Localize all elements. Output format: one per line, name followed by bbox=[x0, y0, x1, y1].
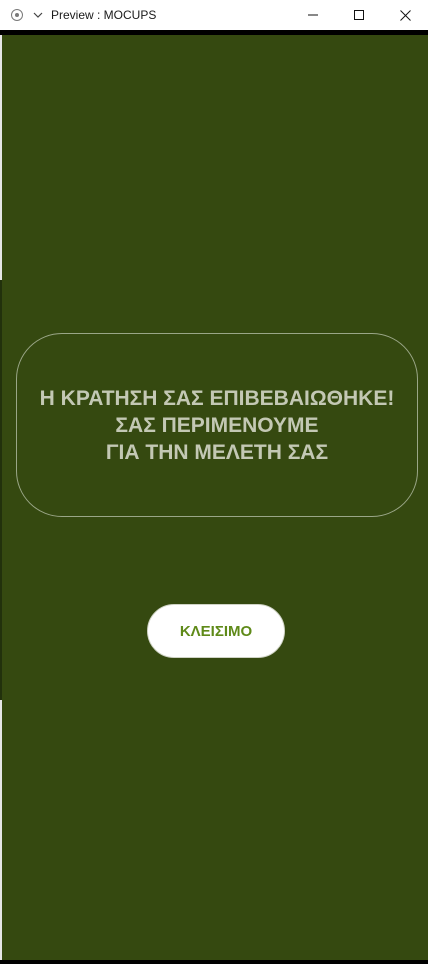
confirmation-line-2: ΣΑΣ ΠΕΡΙΜΕΝΟΥΜΕ bbox=[115, 413, 319, 437]
confirmation-line-3: ΓΙΑ ΤΗΝ ΜΕΛΕΤΗ ΣΑΣ bbox=[105, 440, 329, 464]
close-button-label: ΚΛΕΙΣΙΜΟ bbox=[179, 622, 253, 640]
close-button[interactable]: ΚΛΕΙΣΙΜΟ bbox=[147, 604, 285, 658]
confirmation-line-1: Η ΚΡΑΤΗΣΗ ΣΑΣ ΕΠΙΒΕΒΑΙΩΘΗΚΕ! bbox=[39, 386, 395, 410]
chevron-down-icon[interactable] bbox=[31, 8, 45, 22]
radio-icon[interactable] bbox=[11, 9, 23, 21]
app-screen: Η ΚΡΑΤΗΣΗ ΣΑΣ ΕΠΙΒΕΒΑΙΩΘΗΚΕ! ΣΑΣ ΠΕΡΙΜΕΝ… bbox=[2, 35, 428, 960]
window-title: Preview : MOCUPS bbox=[51, 8, 157, 22]
confirmation-message-box: Η ΚΡΑΤΗΣΗ ΣΑΣ ΕΠΙΒΕΒΑΙΩΘΗΚΕ! ΣΑΣ ΠΕΡΙΜΕΝ… bbox=[16, 333, 418, 517]
window-controls bbox=[290, 0, 428, 30]
maximize-icon[interactable] bbox=[336, 0, 382, 30]
title-bar: Preview : MOCUPS bbox=[0, 0, 428, 30]
close-icon[interactable] bbox=[382, 0, 428, 30]
minimize-icon[interactable] bbox=[290, 0, 336, 30]
preview-window: Preview : MOCUPS Η ΚΡΑΤΗΣΗ ΣΑΣ ΕΠΙΒΕΒΑΙΩ… bbox=[0, 0, 428, 964]
window-bottom-border bbox=[0, 960, 428, 964]
